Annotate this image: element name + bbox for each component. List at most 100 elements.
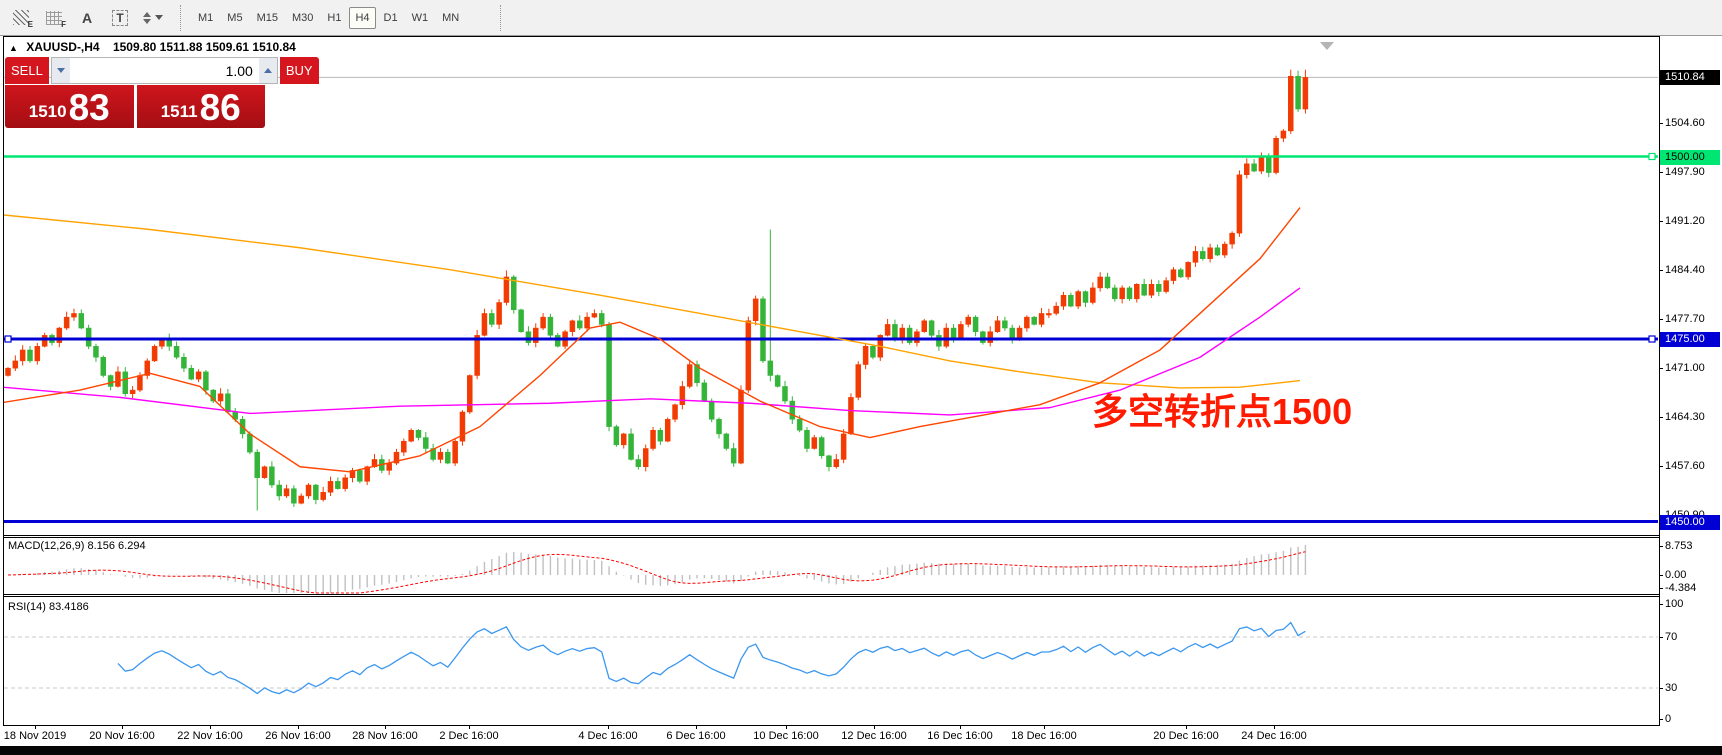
rsi-axis-label: 100	[1665, 598, 1683, 611]
rsi-plot	[4, 622, 1658, 693]
price-badge-1450.00: 1450.00	[1660, 515, 1720, 530]
sell-button[interactable]: SELL	[5, 57, 49, 84]
candle-body	[1083, 292, 1088, 303]
arrange-windows-icon[interactable]	[138, 5, 168, 31]
candle-body	[555, 335, 560, 346]
candle-body	[841, 434, 846, 460]
candle-body	[673, 405, 678, 420]
candle-body	[768, 361, 773, 376]
rsi-line	[118, 622, 1305, 693]
candle-body	[636, 459, 641, 466]
time-axis-label: 6 Dec 16:00	[666, 730, 725, 742]
candle-body	[1142, 284, 1147, 295]
candle-body	[548, 317, 553, 335]
candle-body	[152, 346, 157, 361]
candle-body	[753, 299, 758, 321]
time-axis-tick	[696, 725, 697, 729]
rsi-axis-label: 30	[1665, 682, 1677, 695]
candle-body	[900, 328, 905, 339]
volume-increase-button[interactable]	[259, 58, 277, 83]
time-axis-tick	[1274, 725, 1275, 729]
taskbar-edge	[0, 746, 1722, 755]
volume-decrease-button[interactable]	[52, 58, 70, 83]
timeframe-button-h4[interactable]: H4	[349, 7, 375, 29]
rsi-axis-tick	[1659, 604, 1663, 605]
text-box-icon[interactable]: T	[105, 5, 135, 31]
chart-annotation-text: 多空转折点1500	[1092, 383, 1352, 435]
candle-body	[357, 470, 362, 481]
candle-body	[804, 430, 809, 448]
timeframe-button-m1[interactable]: M1	[192, 7, 219, 29]
candle-body	[1215, 248, 1220, 255]
line-handle[interactable]	[1649, 154, 1655, 160]
volume-input[interactable]	[70, 58, 259, 83]
chart-shift-marker[interactable]	[1320, 42, 1334, 50]
candle-body	[621, 434, 626, 445]
time-axis-tick	[960, 725, 961, 729]
candle-body	[225, 394, 230, 412]
candle-body	[614, 427, 619, 445]
candle-body	[1171, 270, 1176, 281]
candle-body	[71, 313, 76, 317]
candle-body	[1120, 288, 1125, 299]
candle-body	[1024, 317, 1029, 328]
timeframe-button-mn[interactable]: MN	[436, 7, 465, 29]
candle-body	[944, 328, 949, 346]
candle-body	[6, 368, 11, 375]
time-axis-tick	[385, 725, 386, 729]
candle-body	[775, 376, 780, 387]
price-axis-tick	[1659, 123, 1663, 124]
buy-button[interactable]: BUY	[280, 57, 319, 84]
timeframe-button-m5[interactable]: M5	[221, 7, 248, 29]
price-axis-tick	[1659, 368, 1663, 369]
candle-body	[1105, 277, 1110, 288]
candle-body	[577, 321, 582, 328]
indicators-icon[interactable]: E	[6, 5, 36, 31]
candle-body	[93, 346, 98, 357]
timeframe-button-m15[interactable]: M15	[251, 7, 284, 29]
timeframe-button-w1[interactable]: W1	[406, 7, 435, 29]
candle-body	[1010, 328, 1015, 339]
price-badge-1500.00: 1500.00	[1660, 150, 1720, 165]
candle-body	[42, 335, 47, 346]
sell-price-main: 1510	[29, 102, 67, 122]
sell-quote-tile[interactable]: 1510 83	[5, 85, 134, 128]
rsi-axis-label: 0	[1665, 713, 1671, 726]
candle-body	[885, 324, 890, 335]
timeframe-button-h1[interactable]: H1	[321, 7, 347, 29]
timeframe-button-m30[interactable]: M30	[286, 7, 319, 29]
candle-body	[1266, 157, 1271, 173]
candle-body	[797, 419, 802, 430]
line-handle[interactable]	[5, 336, 11, 342]
macd-plot	[8, 545, 1305, 593]
chart-border-left	[3, 36, 4, 726]
candle-body	[819, 438, 824, 456]
time-axis-tick	[608, 725, 609, 729]
candle-body	[255, 452, 260, 478]
grid-icon[interactable]: F	[39, 5, 69, 31]
candle-body	[1244, 164, 1249, 175]
candle-body	[629, 434, 634, 460]
buy-quote-tile[interactable]: 1511 86	[137, 85, 266, 128]
ma-slow-orange	[3, 215, 1300, 388]
time-axis-tick	[469, 725, 470, 729]
time-axis-label: 22 Nov 16:00	[177, 730, 242, 742]
price-axis-label: 1497.90	[1665, 166, 1705, 179]
candle-body	[1090, 288, 1095, 303]
ohlc-values: 1509.80 1511.88 1509.61 1510.84	[113, 40, 296, 54]
candle-body	[1054, 306, 1059, 313]
timeframe-button-d1[interactable]: D1	[378, 7, 404, 29]
candle-body	[460, 412, 465, 441]
line-handle[interactable]	[1649, 336, 1655, 342]
candle-body	[497, 303, 502, 325]
text-label-icon[interactable]: A	[72, 5, 102, 31]
time-axis-label: 2 Dec 16:00	[439, 730, 498, 742]
rsi-axis-tick	[1659, 719, 1663, 720]
price-axis-label: 1477.70	[1665, 313, 1705, 326]
candle-body	[995, 321, 1000, 332]
candle-body	[1193, 251, 1198, 262]
time-axis-label: 4 Dec 16:00	[578, 730, 637, 742]
time-axis-tick	[1044, 725, 1045, 729]
candle-body	[101, 357, 106, 375]
price-axis-label: 1464.30	[1665, 411, 1705, 424]
